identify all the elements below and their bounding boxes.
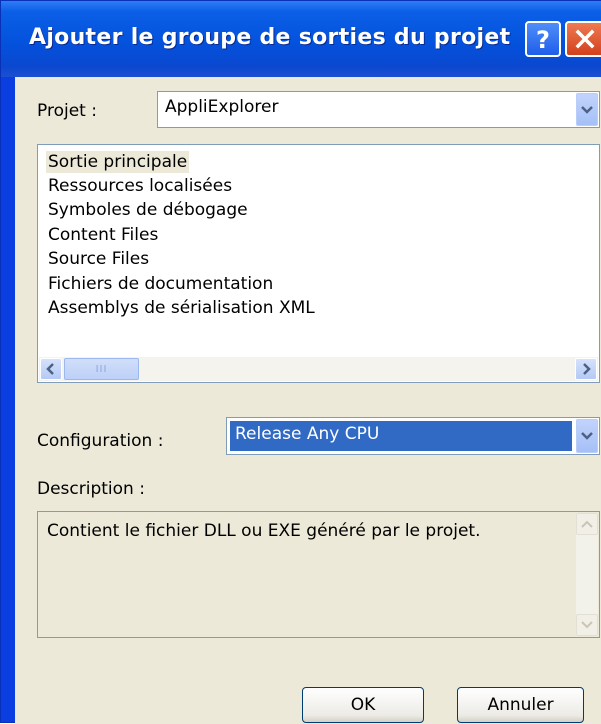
title-bar[interactable]: Ajouter le groupe de sorties du projet ? [1, 1, 601, 77]
project-dropdown[interactable]: AppliExplorer [157, 91, 600, 128]
description-text: Contient le fichier DLL ou EXE généré pa… [47, 521, 481, 541]
close-icon [575, 29, 594, 49]
project-value: AppliExplorer [165, 97, 279, 117]
project-dropdown-button[interactable] [576, 93, 598, 126]
configuration-value: Release Any CPU [235, 424, 380, 444]
arrow-left-icon [46, 363, 54, 375]
dialog-body: Projet : AppliExplorer Sortie principale… [15, 77, 601, 724]
scroll-down-button[interactable] [576, 614, 598, 636]
horizontal-scroll-thumb[interactable]: III [64, 358, 139, 380]
horizontal-scrollbar[interactable]: III [39, 357, 598, 381]
list-item-source-files[interactable]: Source Files [46, 248, 151, 270]
configuration-dropdown-button[interactable] [576, 419, 598, 453]
project-label: Projet : [37, 101, 97, 121]
scroll-left-button[interactable] [40, 358, 62, 380]
ok-button[interactable]: OK [302, 687, 424, 723]
arrow-down-icon [581, 621, 593, 629]
chevron-down-icon [581, 432, 593, 440]
configuration-label: Configuration : [37, 431, 164, 451]
cancel-button[interactable]: Annuler [457, 687, 584, 723]
configuration-dropdown[interactable]: Release Any CPU [226, 417, 600, 455]
description-box: Contient le fichier DLL ou EXE généré pa… [37, 511, 600, 638]
svg-text:?: ? [536, 26, 550, 52]
close-button[interactable] [565, 21, 601, 57]
arrow-right-icon [583, 363, 591, 375]
dialog-window: Ajouter le groupe de sorties du projet ?… [0, 0, 601, 724]
list-item-symboles-debogage[interactable]: Symboles de débogage [46, 199, 250, 221]
list-item-assemblys-serialisation[interactable]: Assemblys de sérialisation XML [46, 297, 317, 319]
output-group-list[interactable]: Sortie principale Ressources localisées … [37, 144, 600, 383]
list-item-fichiers-documentation[interactable]: Fichiers de documentation [46, 273, 275, 295]
scroll-thumb-grip: III [95, 363, 108, 375]
chevron-down-icon [581, 105, 593, 114]
description-label: Description : [37, 479, 145, 499]
dialog-title: Ajouter le groupe de sorties du projet [29, 25, 511, 50]
list-item-ressources-localisees[interactable]: Ressources localisées [46, 175, 234, 197]
scroll-up-button[interactable] [576, 513, 598, 535]
scroll-right-button[interactable] [575, 358, 597, 380]
list-item-sortie-principale[interactable]: Sortie principale [46, 151, 190, 173]
description-vertical-scrollbar[interactable] [576, 513, 598, 636]
help-button[interactable]: ? [525, 21, 561, 57]
list-item-content-files[interactable]: Content Files [46, 224, 160, 246]
help-icon: ? [536, 26, 550, 52]
arrow-up-icon [581, 520, 593, 528]
